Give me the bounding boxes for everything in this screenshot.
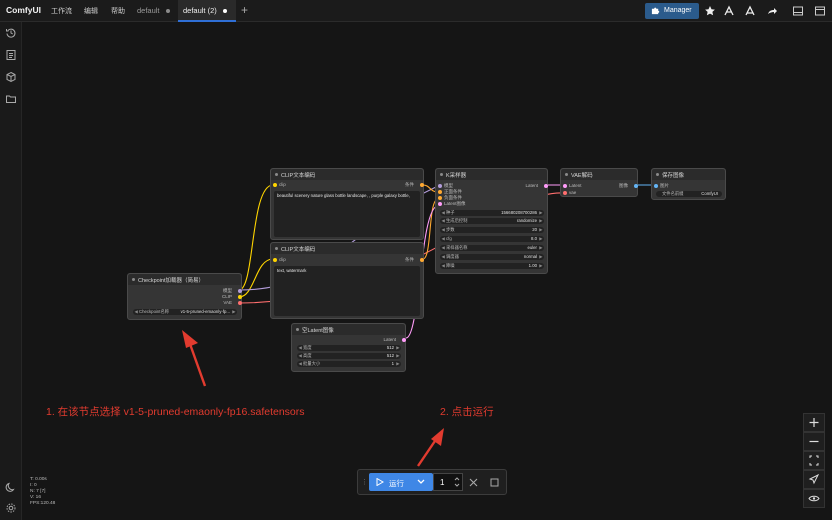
run-label: 运行	[389, 479, 404, 488]
navigate-arrow-icon	[808, 473, 820, 485]
eye-icon	[808, 495, 820, 502]
play-icon	[376, 478, 384, 486]
chevron-down-icon[interactable]	[417, 479, 425, 485]
annotation-step2: 2. 点击运行	[440, 406, 494, 418]
toggle-links-button[interactable]	[803, 489, 825, 508]
stop-square-icon[interactable]	[490, 478, 499, 487]
stepper-icon[interactable]	[454, 476, 460, 488]
cancel-x-icon[interactable]	[469, 478, 478, 487]
annotation-step1: 1. 在该节点选择 v1-5-pruned-emaonly-fp16.safet…	[46, 406, 305, 418]
minus-icon	[809, 440, 819, 443]
drag-handle-icon[interactable]: ⋮	[361, 478, 368, 486]
plus-icon	[809, 418, 819, 427]
fit-view-button[interactable]	[803, 451, 825, 470]
select-mode-button[interactable]	[803, 470, 825, 489]
render-stats: T: 0.00s I: 0 N: 7 [7] V: 16 FPS:120.48	[30, 477, 56, 506]
run-button[interactable]: 运行	[369, 473, 433, 491]
batch-count-input[interactable]: 1	[433, 473, 463, 491]
zoom-in-button[interactable]	[803, 413, 825, 432]
zoom-out-button[interactable]	[803, 432, 825, 451]
run-toolbar: ⋮ 运行 1	[357, 469, 507, 495]
batch-count-value: 1	[440, 478, 445, 487]
annotation-arrows	[182, 330, 444, 467]
fit-view-icon	[809, 455, 819, 466]
